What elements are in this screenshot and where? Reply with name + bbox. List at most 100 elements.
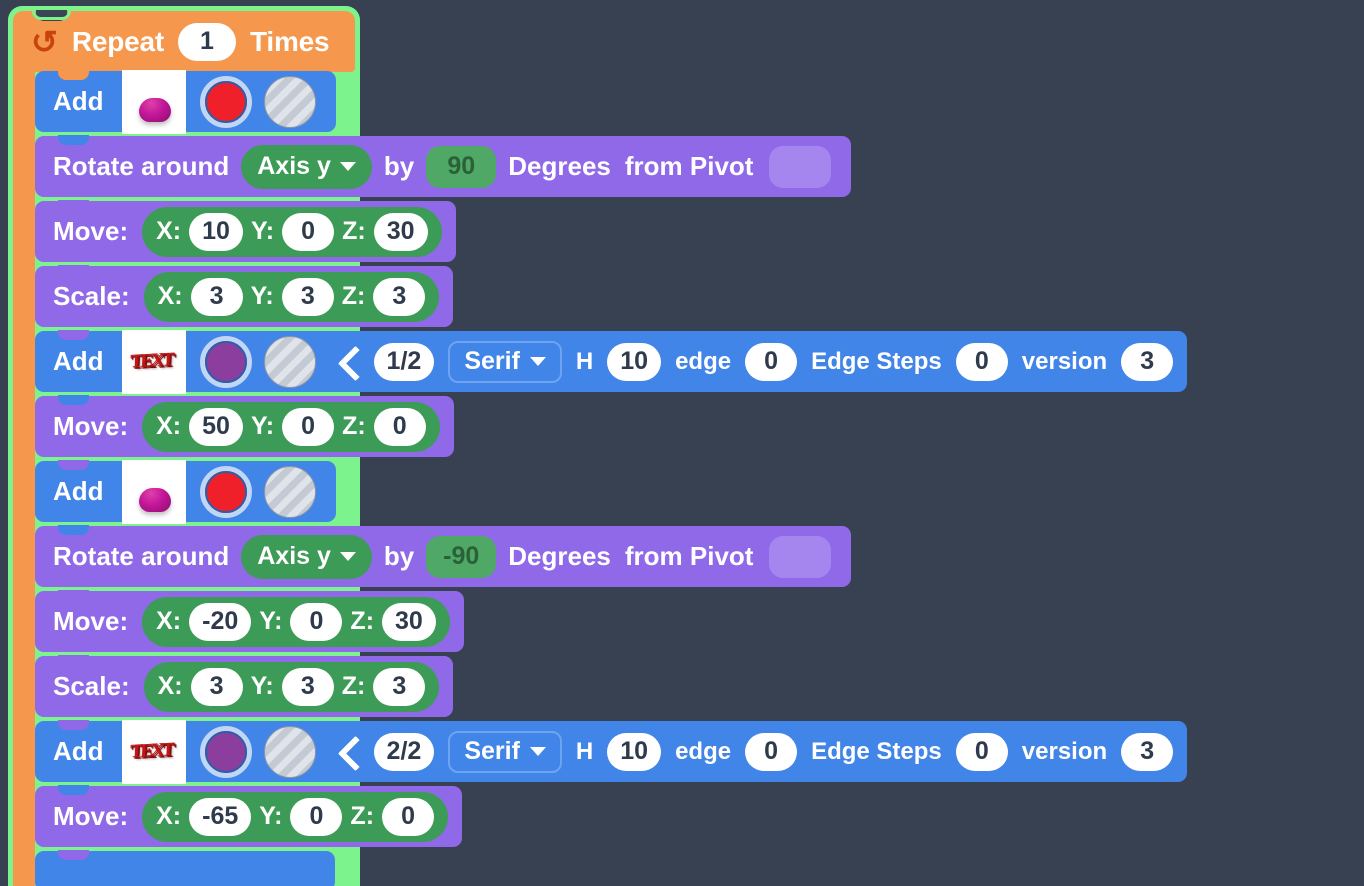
add-text-block[interactable]: Add TEXT 1/2 Serif H 10 edge 0 Edge Step… — [35, 329, 1188, 394]
scale-z-input[interactable]: 3 — [373, 277, 426, 316]
edge-steps-label: Edge Steps — [811, 347, 942, 375]
material-swatch-striped[interactable] — [263, 465, 316, 518]
block-top-notch — [58, 200, 89, 210]
pivot-slot[interactable] — [769, 145, 832, 188]
axis-dropdown-value: Axis y — [257, 542, 331, 570]
add-object-block[interactable]: Add — [35, 459, 336, 524]
repeat-label: Repeat — [71, 25, 164, 57]
move-y-input[interactable]: 0 — [282, 212, 335, 251]
height-input[interactable]: 10 — [607, 342, 662, 381]
edge-input[interactable]: 0 — [745, 732, 798, 771]
move-block[interactable]: Move: X: 50 Y: 0 Z: 0 — [35, 395, 454, 457]
block-top-notch — [58, 460, 89, 470]
z-label: Z: — [341, 282, 366, 310]
move-x-input[interactable]: -65 — [189, 797, 252, 836]
move-y-input[interactable]: 0 — [290, 602, 343, 641]
edge-input[interactable]: 0 — [745, 342, 798, 381]
move-block[interactable]: Move: X: 10 Y: 0 Z: 30 — [35, 200, 456, 262]
font-dropdown[interactable]: Serif — [448, 730, 562, 773]
font-dropdown[interactable]: Serif — [448, 340, 562, 383]
move-z-input[interactable]: 0 — [373, 407, 426, 446]
move-z-input[interactable]: 0 — [382, 797, 435, 836]
y-label: Y: — [250, 282, 274, 310]
move-x-input[interactable]: -20 — [189, 602, 252, 641]
scale-block[interactable]: Scale: X: 3 Y: 3 Z: 3 — [35, 655, 454, 717]
scale-label: Scale: — [53, 281, 130, 311]
add-object-block-partial[interactable] — [35, 850, 335, 886]
block-top-notch — [58, 785, 89, 795]
repeat-body-stack: Add Rotate around Axis y by 90 Degrees f… — [35, 69, 1188, 886]
add-text-block[interactable]: Add TEXT 2/2 Serif H 10 edge 0 Edge Step… — [35, 719, 1188, 784]
color-swatch-purple[interactable] — [199, 725, 252, 778]
color-swatch-red[interactable] — [199, 465, 252, 518]
material-swatch-striped[interactable] — [263, 335, 316, 388]
move-x-input[interactable]: 50 — [189, 407, 243, 446]
x-label: X: — [156, 607, 182, 635]
page-indicator[interactable]: 2/2 — [373, 732, 435, 771]
chevron-left-icon[interactable] — [338, 735, 360, 769]
version-input[interactable]: 3 — [1121, 342, 1174, 381]
z-label: Z: — [341, 672, 366, 700]
text-3d-red-thumbnail[interactable]: TEXT — [121, 719, 186, 784]
material-swatch-striped[interactable] — [263, 725, 316, 778]
page-indicator[interactable]: 1/2 — [373, 342, 435, 381]
rotate-label: Rotate around — [53, 151, 230, 181]
rotate-block[interactable]: Rotate around Axis y by 90 Degrees from … — [35, 135, 852, 197]
edge-label: edge — [675, 737, 732, 765]
degrees-input[interactable]: 90 — [426, 145, 497, 188]
move-args-group: X: -65 Y: 0 Z: 0 — [142, 791, 449, 842]
block-top-notch — [58, 720, 89, 730]
move-args-group: X: -20 Y: 0 Z: 30 — [142, 596, 450, 647]
axis-dropdown[interactable]: Axis y — [241, 534, 372, 579]
x-label: X: — [157, 282, 183, 310]
move-z-input[interactable]: 30 — [373, 212, 428, 251]
degrees-label: Degrees — [508, 541, 611, 571]
move-y-input[interactable]: 0 — [282, 407, 335, 446]
by-label: by — [383, 151, 415, 181]
move-block[interactable]: Move: X: -20 Y: 0 Z: 30 — [35, 590, 464, 652]
move-label: Move: — [53, 411, 129, 441]
scale-block[interactable]: Scale: X: 3 Y: 3 Z: 3 — [35, 265, 454, 327]
height-label: H — [575, 347, 594, 375]
sphere-magenta-thumbnail[interactable] — [121, 69, 186, 134]
move-label: Move: — [53, 606, 129, 636]
move-y-input[interactable]: 0 — [290, 797, 343, 836]
degrees-input[interactable]: -90 — [426, 535, 497, 578]
repeat-block-header[interactable]: ↻ Repeat 1 Times — [13, 8, 355, 72]
rotate-block[interactable]: Rotate around Axis y by -90 Degrees from… — [35, 525, 852, 587]
axis-dropdown[interactable]: Axis y — [241, 144, 372, 189]
color-swatch-purple[interactable] — [199, 335, 252, 388]
version-input[interactable]: 3 — [1121, 732, 1174, 771]
move-z-input[interactable]: 30 — [382, 602, 436, 641]
repeat-count-input[interactable]: 1 — [177, 22, 236, 61]
chevron-down-icon — [339, 552, 356, 561]
z-label: Z: — [342, 217, 366, 245]
edge-steps-input[interactable]: 0 — [955, 732, 1008, 771]
repeat-times-label: Times — [249, 25, 330, 57]
scale-args-group: X: 3 Y: 3 Z: 3 — [143, 661, 440, 712]
scale-y-input[interactable]: 3 — [281, 667, 334, 706]
block-top-notch — [32, 8, 71, 21]
block-top-notch — [58, 135, 89, 145]
move-x-input[interactable]: 10 — [189, 212, 243, 251]
z-label: Z: — [350, 607, 375, 635]
scale-x-input[interactable]: 3 — [190, 277, 243, 316]
edge-steps-input[interactable]: 0 — [955, 342, 1008, 381]
text-3d-red-thumbnail[interactable]: TEXT — [121, 329, 186, 394]
add-object-block[interactable]: Add — [35, 69, 336, 134]
color-swatch-red[interactable] — [199, 75, 252, 128]
pivot-slot[interactable] — [769, 535, 832, 578]
x-label: X: — [156, 217, 182, 245]
repeat-block-left-arm — [13, 69, 35, 886]
scale-y-input[interactable]: 3 — [281, 277, 334, 316]
height-input[interactable]: 10 — [607, 732, 662, 771]
scale-x-input[interactable]: 3 — [190, 667, 243, 706]
degrees-label: Degrees — [508, 151, 611, 181]
block-editor-canvas: ↻ Repeat 1 Times Add Rotate around Axis … — [0, 0, 1364, 886]
material-swatch-striped[interactable] — [263, 75, 316, 128]
sphere-magenta-thumbnail[interactable] — [121, 459, 186, 524]
block-top-notch — [58, 395, 89, 405]
scale-z-input[interactable]: 3 — [373, 667, 426, 706]
chevron-left-icon[interactable] — [338, 345, 360, 379]
move-block[interactable]: Move: X: -65 Y: 0 Z: 0 — [35, 785, 463, 847]
